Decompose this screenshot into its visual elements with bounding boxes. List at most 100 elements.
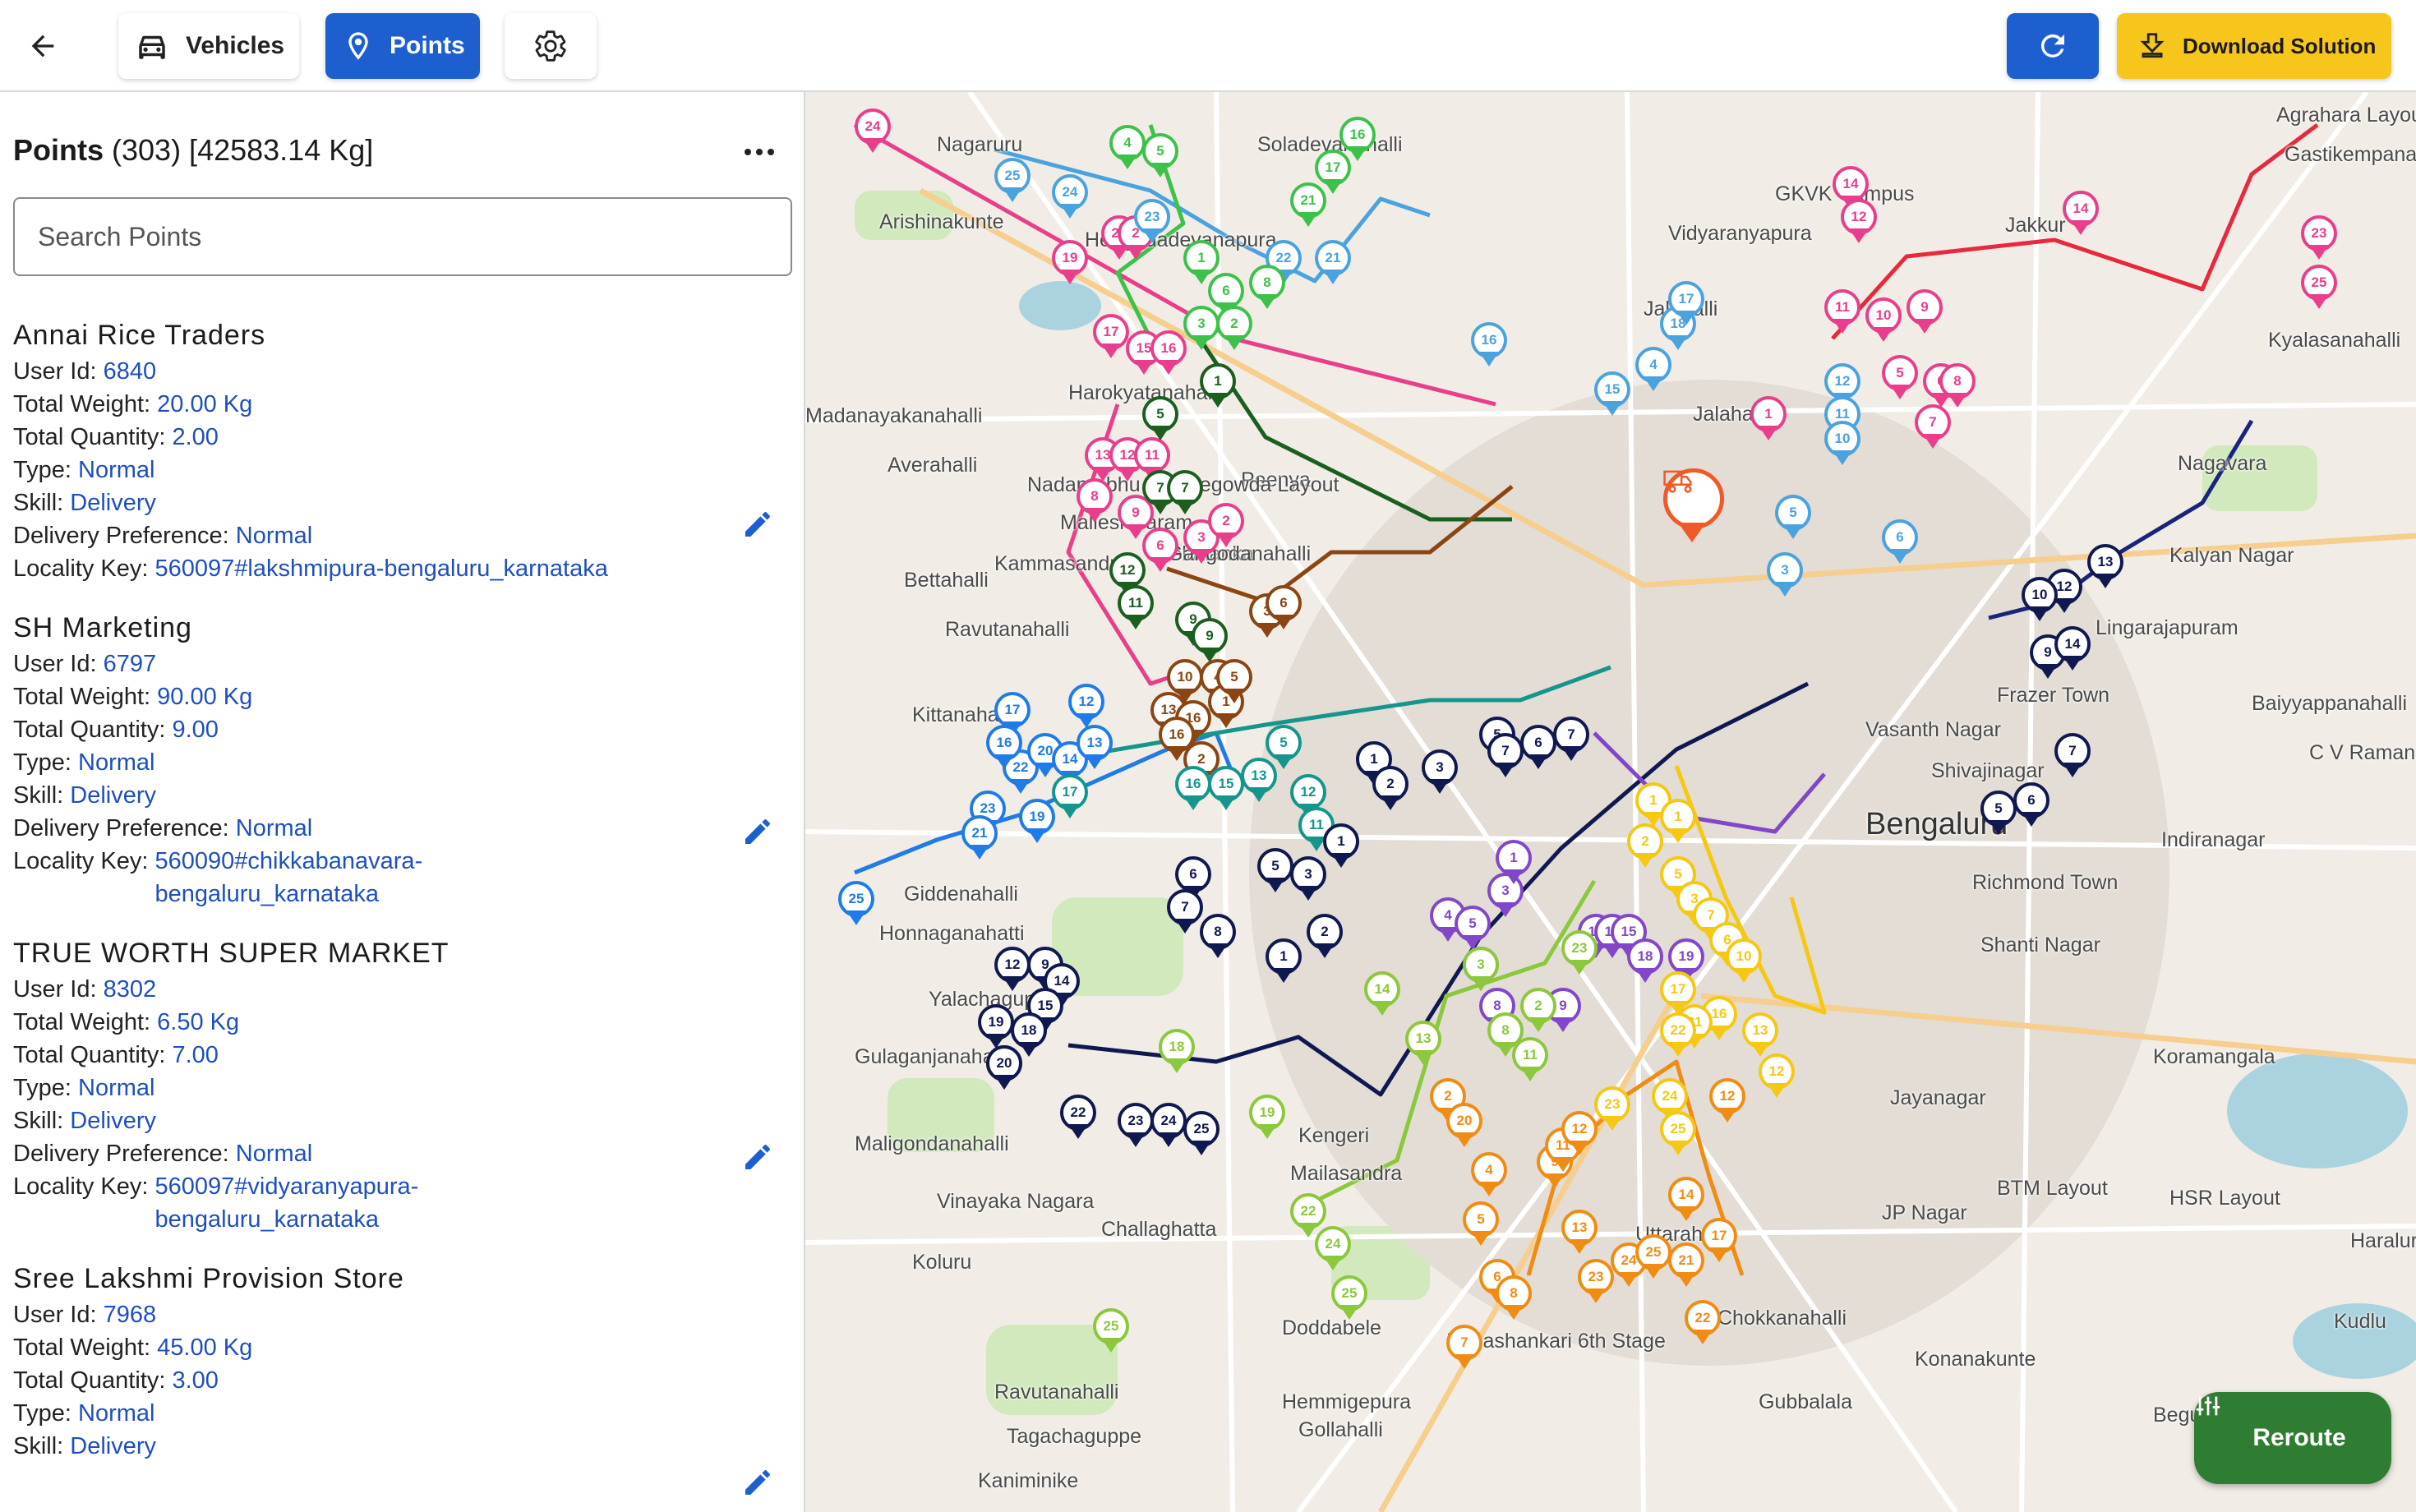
point-card[interactable]: TRUE WORTH SUPER MARKET User Id: 8302 To… [0,933,804,1236]
stop-marker[interactable]: 7 [1553,717,1589,763]
stop-marker[interactable]: 20 [1446,1103,1482,1149]
stop-marker[interactable]: 23 [1118,1103,1154,1149]
stop-marker[interactable]: 5 [1882,355,1918,401]
stop-marker[interactable]: 1 [1266,938,1302,984]
stop-marker[interactable]: 7 [1915,404,1951,450]
stop-marker[interactable]: 14 [2054,626,2091,672]
stop-marker[interactable]: 3 [1290,856,1326,902]
stop-marker[interactable]: 5 [1775,495,1811,541]
edit-point-button[interactable] [738,505,777,544]
stop-marker[interactable]: 24 [1052,174,1088,220]
search-points-input[interactable] [13,197,792,276]
stop-marker[interactable]: 21 [1315,240,1351,286]
stop-marker[interactable]: 12 [1561,1111,1598,1157]
stop-marker[interactable]: 16 [986,725,1022,771]
stop-marker[interactable]: 11 [1118,585,1154,631]
stop-marker[interactable]: 8 [1249,265,1285,311]
stop-marker[interactable]: 7 [1446,1325,1482,1371]
stop-marker[interactable]: 4 [1635,347,1671,393]
stop-marker[interactable]: 13 [1077,725,1113,771]
stop-marker[interactable]: 10 [1726,938,1762,984]
stop-marker[interactable]: 8 [1077,478,1113,524]
stop-marker[interactable]: 11 [1512,1037,1548,1083]
stop-marker[interactable]: 1 [1323,823,1359,869]
stop-marker[interactable]: 6 [1520,725,1556,771]
tab-vehicles[interactable]: Vehicles [118,13,299,79]
stop-marker[interactable]: 7 [1167,470,1203,516]
stop-marker[interactable]: 21 [1668,1242,1704,1288]
stop-marker[interactable]: 25 [1635,1234,1671,1280]
stop-marker[interactable]: 5 [1216,659,1252,705]
download-solution-button[interactable]: Download Solution [2117,13,2391,79]
stop-marker[interactable]: 18 [1627,938,1663,984]
stop-marker[interactable]: 7 [1167,889,1203,935]
edit-point-button[interactable] [738,1137,777,1177]
stop-marker[interactable]: 12 [1841,199,1877,245]
stop-marker[interactable]: 6 [1882,519,1918,565]
settings-button[interactable] [505,13,597,79]
stop-marker[interactable]: 12 [1759,1053,1795,1099]
stop-marker[interactable]: 2 [1520,988,1556,1034]
stop-marker[interactable]: 3 [1767,552,1803,598]
stop-marker[interactable]: 21 [961,815,998,861]
stop-marker[interactable]: 17 [1093,314,1129,360]
stop-marker[interactable]: 9 [1192,618,1228,664]
stop-marker[interactable]: 15 [1594,371,1630,417]
stop-marker[interactable]: 24 [1150,1103,1187,1149]
tab-points[interactable]: Points [325,13,480,79]
stop-marker[interactable]: 9 [1907,289,1943,335]
point-card[interactable]: Annai Rice Traders User Id: 6840 Total W… [0,316,804,585]
stop-marker[interactable]: 22 [1060,1095,1096,1141]
back-button[interactable] [18,21,67,71]
stop-marker[interactable]: 16 [1339,117,1376,163]
stop-marker[interactable]: 25 [1660,1111,1696,1157]
reroute-button[interactable]: Reroute [2194,1392,2391,1484]
stop-marker[interactable]: 22 [1685,1300,1721,1346]
stop-marker[interactable]: 16 [1175,766,1211,812]
stop-marker[interactable]: 14 [1364,971,1400,1017]
stop-marker[interactable]: 23 [1578,1259,1614,1305]
stop-marker[interactable]: 5 [1463,1201,1499,1247]
stop-marker[interactable]: 10 [2022,577,2058,623]
stop-marker[interactable]: 17 [1668,281,1704,327]
stop-marker[interactable]: 8 [1200,914,1236,960]
stop-marker[interactable]: 25 [1093,1308,1129,1354]
stop-marker[interactable]: 10 [1865,297,1902,343]
stop-marker[interactable]: 18 [1159,1029,1195,1075]
stop-marker[interactable]: 10 [1824,421,1860,467]
stop-marker[interactable]: 5 [1142,133,1178,179]
stop-marker[interactable]: 19 [1052,240,1088,286]
stop-marker[interactable]: 7 [1487,733,1524,779]
stop-marker[interactable]: 3 [1463,947,1499,993]
stop-marker[interactable]: 25 [1331,1275,1367,1321]
stop-marker[interactable]: 13 [2087,544,2123,590]
depot-marker[interactable] [1663,468,1724,542]
stop-marker[interactable]: 23 [2301,215,2337,261]
stop-marker[interactable]: 2 [1216,306,1252,352]
point-card[interactable]: Sree Lakshmi Provision Store User Id: 79… [0,1259,804,1495]
stop-marker[interactable]: 8 [1496,1275,1532,1321]
stop-marker[interactable]: 1 [1660,799,1696,845]
stop-marker[interactable]: 16 [1471,322,1507,368]
stop-marker[interactable]: 24 [1315,1226,1351,1272]
edit-point-button[interactable] [738,812,777,851]
stop-marker[interactable]: 14 [1668,1177,1704,1223]
stop-marker[interactable]: 13 [1405,1021,1441,1067]
stop-marker[interactable]: 8 [1939,363,1976,409]
route-map[interactable]: Agrahara Layout Gastikempanahalli GKVK C… [805,92,2416,1512]
stop-marker[interactable]: 13 [1561,1210,1598,1256]
stop-marker[interactable]: 15 [1208,766,1244,812]
stop-marker[interactable]: 7 [2054,733,2091,779]
stop-marker[interactable]: 2 [1627,823,1663,869]
stop-marker[interactable]: 23 [1561,930,1598,976]
stop-marker[interactable]: 2 [1307,914,1343,960]
stop-marker[interactable]: 4 [1109,125,1146,171]
stop-marker[interactable]: 1 [1200,363,1236,409]
stop-marker[interactable]: 25 [838,881,874,927]
stop-marker[interactable]: 5 [1142,396,1178,442]
stop-marker[interactable]: 5 [1455,906,1491,952]
edit-point-button[interactable] [738,1463,777,1502]
more-options-button[interactable] [736,131,782,173]
stop-marker[interactable]: 25 [994,158,1030,204]
stop-marker[interactable]: 14 [2063,191,2099,237]
